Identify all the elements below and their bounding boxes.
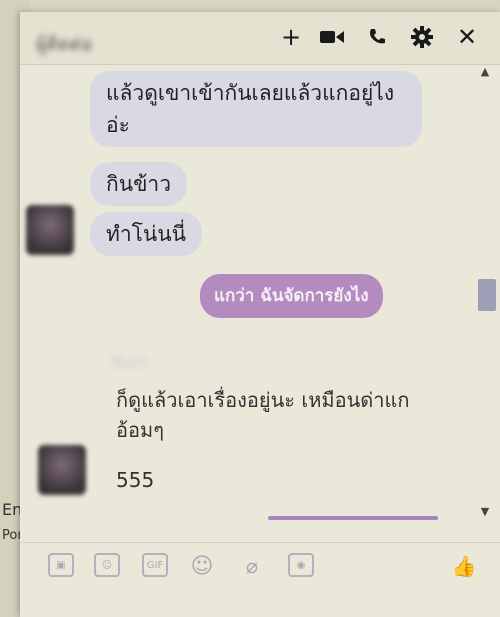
message-text: ทำโน่นนี่ bbox=[106, 222, 186, 246]
message-bubble: แล้วดูเขาเข้ากันเลยแล้วแกอยู่ไงอ่ะ bbox=[90, 71, 422, 147]
voice-call-button[interactable] bbox=[362, 22, 392, 52]
video-call-button[interactable] bbox=[317, 22, 347, 52]
message-text: ก็ดูแล้วเอาเรื่องอยู่นะ เหมือนด่าแกอ้อมๆ bbox=[116, 388, 410, 442]
avatar[interactable] bbox=[26, 205, 74, 255]
attach-icon[interactable]: ⌀ bbox=[238, 553, 266, 579]
gif-icon[interactable]: GIF bbox=[142, 553, 168, 577]
outgoing-message-bubble: แกว่า ฉันจัดการยังไง bbox=[200, 274, 383, 318]
message-list[interactable]: แล้วดูเขาเข้ากันเลยแล้วแกอยู่ไงอ่ะ กินข้… bbox=[20, 65, 500, 535]
plus-icon: + bbox=[280, 23, 302, 51]
composer-toolbar: ▣ ☺ GIF ☺ ⌀ ◉ 👍 bbox=[20, 542, 500, 595]
scrollbar[interactable]: ▲ ▼ bbox=[476, 65, 496, 535]
video-camera-icon bbox=[320, 31, 344, 43]
contact-name[interactable]: ผู้ติดต่อ bbox=[36, 29, 92, 58]
close-icon: ✕ bbox=[456, 23, 478, 51]
add-person-button[interactable]: + bbox=[276, 22, 306, 52]
settings-button[interactable] bbox=[407, 22, 437, 52]
like-icon[interactable]: 👍 bbox=[450, 553, 478, 579]
close-button[interactable]: ✕ bbox=[452, 22, 482, 52]
composer-focus-line bbox=[268, 516, 438, 520]
scroll-up-arrow-icon[interactable]: ▲ bbox=[476, 65, 494, 79]
message-text: แกว่า ฉันจัดการยังไง bbox=[214, 286, 369, 306]
scroll-down-arrow-icon[interactable]: ▼ bbox=[476, 505, 494, 519]
message-text: กินข้าว bbox=[106, 172, 172, 196]
photo-icon[interactable]: ▣ bbox=[48, 553, 74, 577]
phone-icon bbox=[370, 29, 385, 44]
sticker-icon[interactable]: ☺ bbox=[94, 553, 120, 577]
emoji-icon[interactable]: ☺ bbox=[188, 553, 216, 579]
message-bubble: กินข้าว bbox=[90, 162, 188, 206]
gear-icon bbox=[411, 26, 433, 48]
message-text: 555 bbox=[116, 468, 155, 492]
avatar[interactable] bbox=[38, 445, 86, 495]
chat-window: ผู้ติดต่อ + ✕ แล้วดูเขาเข้ากันเลยแล้วแกอ… bbox=[20, 12, 500, 617]
camera-icon[interactable]: ◉ bbox=[288, 553, 314, 577]
chat-header: ผู้ติดต่อ + ✕ bbox=[20, 12, 500, 65]
sender-name: Nuch bbox=[112, 355, 148, 371]
message-text: แล้วดูเขาเข้ากันเลยแล้วแกอยู่ไงอ่ะ bbox=[106, 81, 395, 137]
scroll-thumb[interactable] bbox=[478, 279, 496, 311]
message-bubble: ทำโน่นนี่ bbox=[90, 212, 202, 256]
